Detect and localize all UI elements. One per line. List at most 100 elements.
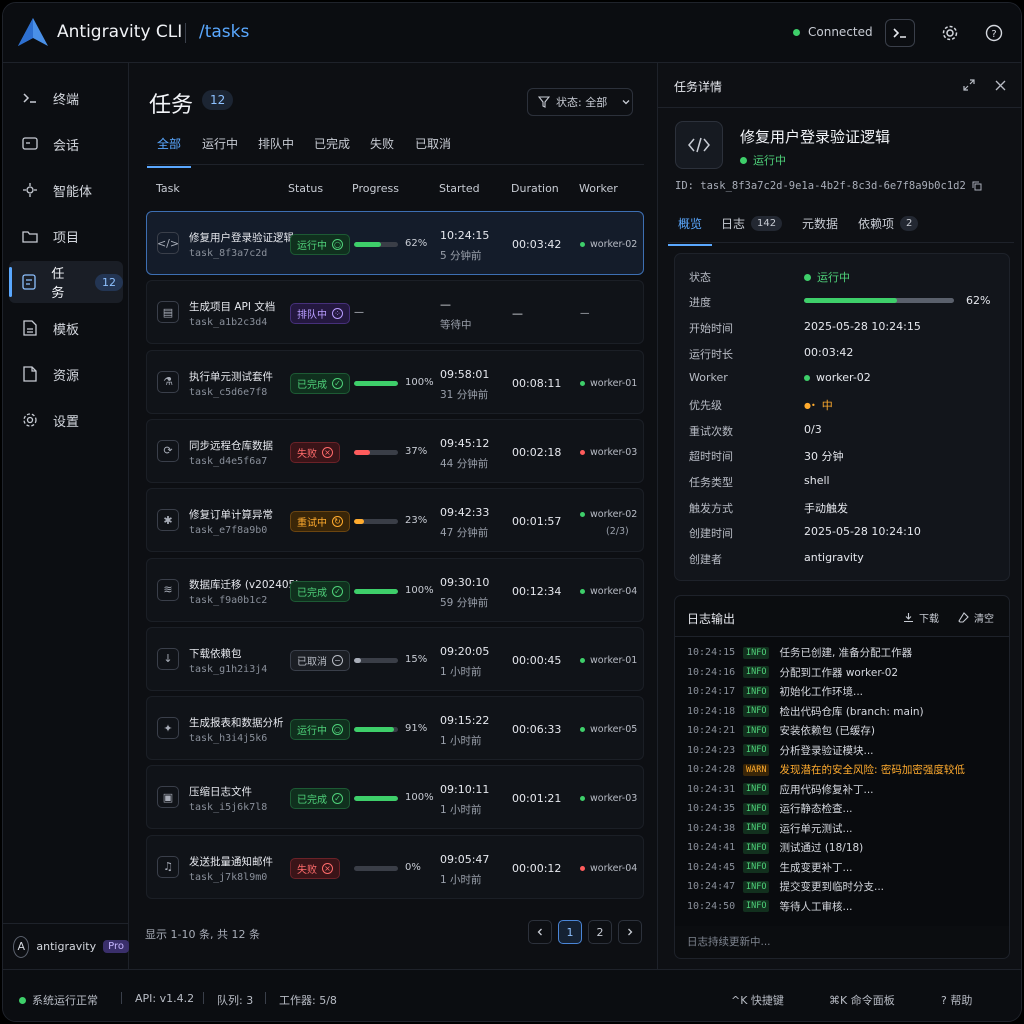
copy-icon[interactable]: [972, 181, 982, 191]
status-badge: 已完成 ✓: [290, 372, 350, 394]
field-progress: 62%: [804, 294, 990, 307]
app-title: Antigravity CLI: [57, 22, 183, 42]
gear-icon: [942, 25, 958, 41]
gear-icon: [21, 411, 39, 429]
worker-dot-icon: [580, 380, 585, 386]
worker-dot-icon: [580, 512, 585, 518]
task-detail-panel: 任务详情 修复用户登录验证逻辑 运行中 ID: task_8f3a7c2d-9e…: [657, 63, 1021, 969]
expand-icon: [963, 79, 975, 91]
page-2-button[interactable]: 2: [588, 920, 612, 944]
column-header-task[interactable]: Task: [156, 182, 180, 195]
terminal-button[interactable]: [885, 19, 915, 47]
chevron-left-icon: [537, 928, 542, 936]
column-header-started[interactable]: Started: [439, 182, 480, 195]
log-line: 10:24:23 INFO 分析登录验证模块...: [687, 743, 874, 758]
template-icon: [21, 319, 39, 337]
log-line: 10:24:35 INFO 运行静态检查...: [687, 801, 853, 816]
tab-overview[interactable]: 概览: [668, 215, 713, 246]
worker: worker-04: [580, 586, 637, 597]
field-value: 30 分钟: [804, 450, 844, 463]
duration: 00:12:34: [512, 584, 562, 598]
status-label: 重试中: [297, 518, 327, 530]
log-timestamp: 10:24:35: [687, 803, 736, 814]
column-header-worker[interactable]: Worker: [579, 182, 618, 195]
page-1-button[interactable]: 1: [558, 920, 582, 944]
sidebar-item-projects[interactable]: 项目: [9, 215, 123, 257]
field-label: 触发方式: [689, 502, 733, 515]
tab-dependencies[interactable]: 依赖项 2: [848, 215, 928, 244]
duration: 00:08:11: [512, 376, 562, 390]
log-line: 10:24:50 INFO 等待人工审核...: [687, 899, 853, 914]
folder-icon: [21, 227, 39, 245]
started-ago: 等待中: [440, 319, 472, 332]
sidebar-item-terminal[interactable]: 终端: [9, 77, 123, 119]
table-row[interactable]: ≋ 数据库迁移 (v202405) task_f9a0b1c2 已完成 ✓ 10…: [146, 557, 644, 622]
tab-queued[interactable]: 排队中: [248, 135, 304, 166]
duration: 00:02:18: [512, 445, 562, 459]
task-id: task_i5j6k7l8: [189, 802, 268, 814]
log-level-badge: INFO: [743, 666, 770, 678]
status-badge: 已完成 ✓: [290, 580, 350, 602]
shortcuts-button[interactable]: ^K 快捷键: [731, 992, 784, 1008]
task-type-icon: ✦: [157, 717, 179, 740]
help-link[interactable]: ? 帮助: [941, 992, 972, 1008]
tab-cancelled[interactable]: 已取消: [405, 135, 461, 166]
tab-running[interactable]: 运行中: [192, 135, 248, 166]
sidebar-item-tasks[interactable]: 任务 12: [9, 261, 123, 303]
started-time: 09:42:33: [440, 506, 490, 520]
started-time: 09:10:11: [440, 783, 490, 797]
table-row[interactable]: ⚗ 执行单元测试套件 task_c5d6e7f8 已完成 ✓ 100% 09:5…: [146, 349, 644, 414]
table-row[interactable]: ✦ 生成报表和数据分析 task_h3i4j5k6 运行中 ○ 91% 09:1…: [146, 696, 644, 761]
tab-metadata[interactable]: 元数据: [792, 215, 848, 244]
task-type-icon: ▤: [157, 301, 179, 324]
started-ago: 5 分钟前: [440, 250, 482, 262]
task-count-badge: 12: [202, 90, 234, 110]
prev-page-button[interactable]: [528, 920, 552, 944]
close-button[interactable]: [991, 76, 1009, 94]
worker-dot-icon: [580, 657, 585, 663]
table-row[interactable]: </> 修复用户登录验证逻辑 task_8f3a7c2d 运行中 ○ 62% 1…: [146, 211, 644, 275]
status-filter-dropdown[interactable]: 状态: 全部: [527, 88, 633, 116]
log-timestamp: 10:24:23: [687, 744, 736, 756]
duration: 00:00:45: [512, 653, 562, 667]
task-type-icon: </>: [157, 232, 179, 254]
sidebar-item-label: 项目: [53, 230, 80, 246]
table-row[interactable]: ✱ 修复订单计算异常 task_e7f8a9b0 重试中 ↻ 23% 09:42…: [146, 488, 644, 553]
field-label: 状态: [689, 271, 711, 284]
log-line: 10:24:41 INFO 测试通过 (18/18): [687, 840, 863, 855]
tab-all[interactable]: 全部: [147, 135, 192, 168]
antigravity-logo-icon: [18, 18, 48, 46]
worker: worker-01: [580, 378, 637, 389]
sidebar-item-templates[interactable]: 模板: [9, 307, 123, 349]
column-header-status[interactable]: Status: [288, 182, 323, 195]
field-value: 00:03:42: [804, 346, 854, 359]
next-page-button[interactable]: [618, 920, 642, 944]
table-row[interactable]: ↓ 下载依赖包 task_g1h2i3j4 已取消 − 15% 09:20:05…: [146, 626, 644, 691]
column-header-duration[interactable]: Duration: [511, 182, 559, 195]
system-ok-dot-icon: [19, 996, 26, 1004]
sidebar-item-resources[interactable]: 资源: [9, 353, 123, 395]
table-row[interactable]: ▤ 生成项目 API 文档 task_a1b2c3d4 排队中 ⁘ — — 等待…: [146, 280, 644, 345]
table-row[interactable]: ▣ 压缩日志文件 task_i5j6k7l8 已完成 ✓ 100% 09:10:…: [146, 765, 644, 830]
sidebar-item-sessions[interactable]: 会话: [9, 123, 123, 165]
help-button[interactable]: ?: [980, 19, 1008, 47]
table-row[interactable]: ♫ 发送批量通知邮件 task_j7k8l9m0 失败 × 0% 09:05:4…: [146, 834, 644, 899]
sidebar-item-settings[interactable]: 设置: [9, 399, 123, 441]
command-palette-button[interactable]: ⌘K 命令面板: [829, 992, 895, 1008]
log-output-card: 日志输出 下载 清空 10:24:15 INFO 任务已创建, 准备分配工作器 …: [674, 595, 1010, 959]
table-row[interactable]: ⟳ 同步远程仓库数据 task_d4e5f6a7 失败 × 37% 09:45:…: [146, 418, 644, 483]
download-log-button[interactable]: 下载: [903, 610, 939, 625]
tab-logs[interactable]: 日志 142: [711, 215, 792, 244]
expand-button[interactable]: [960, 76, 978, 94]
tab-completed[interactable]: 已完成: [304, 135, 360, 166]
tab-failed[interactable]: 失败: [360, 135, 404, 166]
field-label: 创建时间: [689, 527, 733, 540]
user-profile[interactable]: A antigravity Pro: [3, 923, 129, 969]
clear-log-button[interactable]: 清空: [958, 610, 994, 625]
duration: 00:01:57: [512, 515, 562, 529]
sidebar-item-agents[interactable]: 智能体: [9, 169, 123, 211]
download-label: 下载: [919, 614, 939, 625]
column-header-progress[interactable]: Progress: [352, 182, 399, 195]
settings-button[interactable]: [936, 19, 964, 47]
progress-bar: [354, 449, 398, 455]
